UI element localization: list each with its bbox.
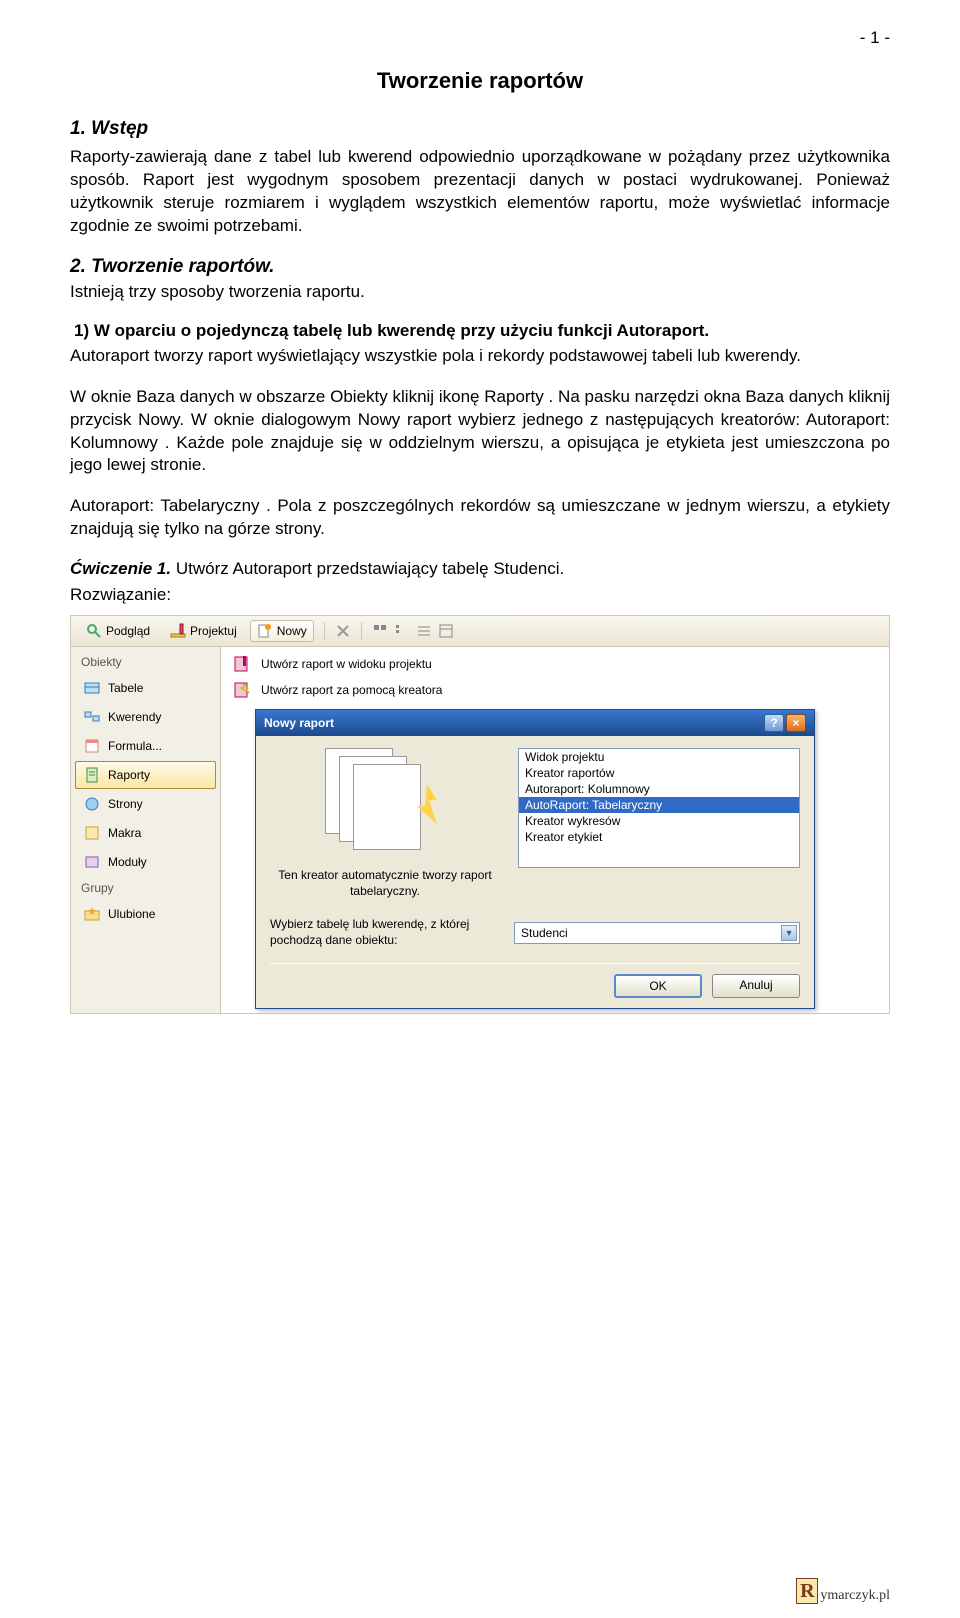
page-icon [84, 796, 100, 812]
list-option[interactable]: Kreator wykresów [519, 813, 799, 829]
sidebar-item-forms[interactable]: Formula... [75, 732, 216, 760]
footer-text: ymarczyk.pl [820, 1588, 890, 1604]
sidebar-item-label: Formula... [108, 739, 162, 753]
new-object-icon [257, 623, 273, 639]
section-1-text: Raporty-zawierają dane z tabel lub kwere… [70, 146, 890, 238]
create-report-wizard-row[interactable]: Utwórz raport za pomocą kreatora [225, 677, 885, 703]
sidebar-item-label: Ulubione [108, 907, 155, 921]
list-icon[interactable] [416, 623, 432, 639]
sidebar-item-label: Moduły [108, 855, 147, 869]
document-title: Tworzenie raportów [70, 68, 890, 94]
new-report-dialog: Nowy raport ? × Ten kreator automa [255, 709, 815, 1008]
design-view-icon [233, 655, 251, 673]
cancel-button[interactable]: Anuluj [712, 974, 800, 998]
report-icon [84, 767, 100, 783]
design-label: Projektuj [190, 624, 237, 638]
access-window: Podgląd Projektuj Nowy Obiekty Tabele Kw… [70, 615, 890, 1013]
db-toolbar: Podgląd Projektuj Nowy [71, 616, 889, 647]
chevron-down-icon[interactable]: ▾ [781, 925, 797, 941]
small-icons-icon[interactable] [394, 623, 410, 639]
list-option[interactable]: Widok projektu [519, 749, 799, 765]
report-type-listbox[interactable]: Widok projektu Kreator raportów Autorapo… [518, 748, 800, 868]
sidebar: Obiekty Tabele Kwerendy Formula... Rapor… [71, 647, 221, 1012]
sidebar-objects-header: Obiekty [75, 651, 216, 673]
content-area: Utwórz raport w widoku projektu Utwórz r… [221, 647, 889, 1012]
sidebar-item-label: Strony [108, 797, 143, 811]
section-2-heading: 2. Tworzenie raportów. [70, 256, 890, 278]
method-1-p2: W oknie Baza danych w obszarze Obiekty k… [70, 386, 890, 478]
sidebar-item-label: Kwerendy [108, 710, 161, 724]
help-icon[interactable]: ? [764, 714, 784, 732]
section-1-heading: 1. Wstęp [70, 118, 890, 140]
create-report-design-row[interactable]: Utwórz raport w widoku projektu [225, 651, 885, 677]
close-icon[interactable]: × [786, 714, 806, 732]
module-icon [84, 854, 100, 870]
section-2-sub: Istnieją trzy sposoby tworzenia raportu. [70, 282, 890, 302]
query-icon [84, 709, 100, 725]
preview-button[interactable]: Podgląd [79, 620, 157, 642]
details-icon[interactable] [438, 623, 454, 639]
footer-logo: R ymarczyk.pl [796, 1578, 890, 1604]
dialog-titlebar[interactable]: Nowy raport ? × [256, 710, 814, 736]
exercise-text: Utwórz Autoraport przedstawiający tabelę… [176, 559, 564, 578]
list-option[interactable]: Kreator raportów [519, 765, 799, 781]
exercise-label: Ćwiczenie 1. [70, 559, 171, 578]
page-number: - 1 - [70, 28, 890, 48]
large-icons-icon[interactable] [372, 623, 388, 639]
list-row-label: Utwórz raport w widoku projektu [261, 657, 432, 671]
sidebar-item-label: Raporty [108, 768, 150, 782]
sidebar-item-tables[interactable]: Tabele [75, 674, 216, 702]
sidebar-item-favorites[interactable]: Ulubione [75, 900, 216, 928]
method-1-heading: 1) W oparciu o pojedynczą tabelę lub kwe… [70, 320, 890, 343]
dialog-title-text: Nowy raport [264, 716, 334, 730]
sidebar-item-label: Tabele [108, 681, 143, 695]
table-icon [84, 680, 100, 696]
list-option[interactable]: Autoraport: Kolumnowy [519, 781, 799, 797]
list-option-selected[interactable]: AutoRaport: Tabelaryczny [519, 797, 799, 813]
list-option[interactable]: Kreator etykiet [519, 829, 799, 845]
preview-label: Podgląd [106, 624, 150, 638]
magnifier-icon [86, 623, 102, 639]
sidebar-item-reports[interactable]: Raporty [75, 761, 216, 789]
separator-icon [361, 622, 362, 640]
ruler-pencil-icon [170, 623, 186, 639]
delete-icon[interactable] [335, 623, 351, 639]
logo-letter-icon: R [796, 1578, 818, 1604]
wizard-icon [233, 681, 251, 699]
form-icon [84, 738, 100, 754]
dialog-description: Ten kreator automatycznie tworzy raport … [270, 868, 500, 899]
sidebar-item-queries[interactable]: Kwerendy [75, 703, 216, 731]
data-source-label: Wybierz tabelę lub kwerendę, z której po… [270, 917, 500, 948]
folder-star-icon [84, 906, 100, 922]
solution-label: Rozwiązanie: [70, 585, 890, 605]
design-button[interactable]: Projektuj [163, 620, 244, 642]
combo-value: Studenci [521, 926, 568, 940]
macro-icon [84, 825, 100, 841]
data-source-combo[interactable]: Studenci ▾ [514, 922, 800, 944]
sidebar-groups-header: Grupy [75, 877, 216, 899]
method-1-p1: Autoraport tworzy raport wyświetlający w… [70, 345, 890, 368]
sidebar-item-label: Makra [108, 826, 141, 840]
list-row-label: Utwórz raport za pomocą kreatora [261, 683, 442, 697]
separator-icon [324, 622, 325, 640]
method-1-p3: Autoraport: Tabelaryczny . Pola z poszcz… [70, 495, 890, 541]
ok-button[interactable]: OK [614, 974, 702, 998]
new-button[interactable]: Nowy [250, 620, 314, 642]
sidebar-item-macros[interactable]: Makra [75, 819, 216, 847]
sidebar-item-modules[interactable]: Moduły [75, 848, 216, 876]
new-label: Nowy [277, 624, 307, 638]
wizard-illustration-icon [325, 748, 445, 858]
sidebar-item-pages[interactable]: Strony [75, 790, 216, 818]
